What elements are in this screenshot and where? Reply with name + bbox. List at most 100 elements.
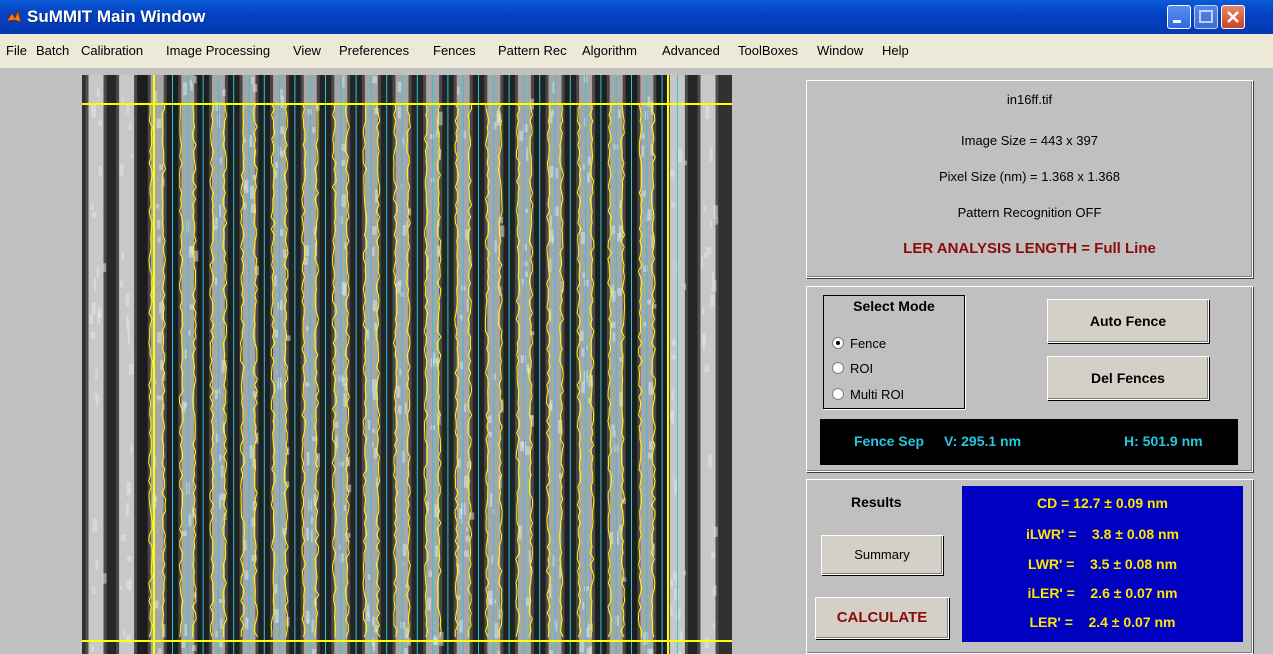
- noise-speck: [154, 600, 159, 609]
- image-filename: in16ff.tif: [1006, 92, 1053, 107]
- noise-speck: [549, 166, 554, 178]
- menu-image-processing[interactable]: Image Processing: [166, 43, 270, 58]
- noise-speck: [611, 291, 616, 302]
- sem-image[interactable]: [82, 75, 732, 654]
- noise-speck: [701, 307, 705, 315]
- noise-speck: [275, 583, 278, 594]
- noise-speck: [159, 164, 164, 170]
- menu-preferences[interactable]: Preferences: [339, 43, 409, 58]
- results-display: CD = 12.7 ± 0.09 nm iLWR' = 3.8 ± 0.08 n…: [962, 486, 1243, 642]
- noise-speck: [160, 359, 163, 371]
- noise-speck: [582, 601, 585, 610]
- noise-speck: [181, 641, 186, 648]
- noise-speck: [96, 88, 100, 97]
- menu-file[interactable]: File: [6, 43, 27, 58]
- noise-speck: [274, 609, 279, 624]
- menu-view[interactable]: View: [293, 43, 321, 58]
- noise-speck: [128, 124, 132, 131]
- noise-speck: [154, 90, 158, 103]
- noise-speck: [157, 236, 161, 243]
- radio-roi[interactable]: ROI: [832, 361, 873, 376]
- noise-speck: [279, 229, 284, 237]
- noise-speck: [404, 648, 408, 654]
- noise-speck: [372, 300, 378, 312]
- noise-speck: [214, 277, 218, 286]
- noise-speck: [612, 332, 616, 342]
- noise-speck: [372, 76, 378, 84]
- noise-speck: [311, 619, 314, 633]
- noise-speck: [429, 133, 435, 140]
- sem-image-view[interactable]: [82, 75, 732, 654]
- noise-speck: [91, 302, 96, 315]
- noise-speck: [525, 208, 529, 213]
- noise-speck: [98, 166, 103, 176]
- noise-speck: [371, 247, 375, 256]
- noise-speck: [120, 585, 123, 590]
- menu-window[interactable]: Window: [817, 43, 863, 58]
- noise-speck: [641, 133, 645, 139]
- noise-speck: [526, 363, 530, 373]
- menu-pattern-rec[interactable]: Pattern Rec: [498, 43, 567, 58]
- noise-speck: [184, 624, 188, 636]
- noise-speck: [307, 618, 310, 624]
- noise-speck: [552, 81, 555, 93]
- noise-speck: [396, 385, 401, 398]
- menu-fences[interactable]: Fences: [433, 43, 476, 58]
- maximize-icon[interactable]: [1194, 5, 1218, 29]
- noise-speck: [465, 527, 469, 532]
- del-fences-button[interactable]: Del Fences: [1047, 356, 1209, 400]
- noise-speck: [94, 393, 99, 401]
- minimize-icon[interactable]: [1167, 5, 1191, 29]
- noise-speck: [92, 212, 97, 218]
- noise-speck: [704, 364, 710, 373]
- noise-speck: [683, 570, 686, 576]
- noise-speck: [684, 160, 687, 166]
- image-size-text: Image Size = 443 x 397: [961, 133, 1098, 148]
- noise-speck: [306, 527, 309, 541]
- noise-speck: [372, 428, 376, 433]
- calculate-button[interactable]: CALCULATE: [815, 597, 949, 639]
- noise-speck: [90, 204, 94, 210]
- noise-speck: [677, 149, 683, 163]
- menu-algorithm[interactable]: Algorithm: [582, 43, 637, 58]
- noise-speck: [589, 646, 593, 654]
- noise-speck: [489, 492, 493, 507]
- noise-speck: [252, 500, 255, 512]
- pixel-size-text: Pixel Size (nm) = 1.368 x 1.368: [938, 169, 1120, 184]
- noise-speck: [397, 81, 403, 93]
- auto-fence-button[interactable]: Auto Fence: [1047, 299, 1209, 343]
- menu-bar: File Batch Calibration Image Processing …: [0, 34, 1273, 68]
- noise-speck: [95, 399, 99, 407]
- noise-speck: [125, 293, 130, 307]
- radio-fence[interactable]: Fence: [832, 336, 886, 351]
- noise-speck: [121, 96, 124, 101]
- noise-speck: [305, 326, 309, 331]
- noise-speck: [641, 145, 645, 158]
- close-icon[interactable]: [1221, 5, 1245, 29]
- noise-speck: [709, 147, 713, 162]
- noise-speck: [700, 256, 704, 270]
- summary-button[interactable]: Summary: [821, 535, 943, 575]
- matlab-icon: [6, 9, 22, 23]
- noise-speck: [493, 628, 499, 639]
- menu-advanced[interactable]: Advanced: [662, 43, 720, 58]
- noise-speck: [126, 481, 131, 496]
- noise-speck: [218, 204, 221, 218]
- menu-calibration[interactable]: Calibration: [81, 43, 143, 58]
- noise-speck: [671, 203, 675, 208]
- fence-sep-v: V: 295.1 nm: [944, 433, 1022, 449]
- menu-help[interactable]: Help: [882, 43, 909, 58]
- noise-speck: [647, 209, 652, 221]
- noise-speck: [120, 280, 123, 288]
- noise-speck: [192, 645, 197, 652]
- noise-speck: [280, 126, 285, 134]
- noise-speck: [400, 621, 406, 629]
- ler-analysis-length: LER ANALYSIS LENGTH = Full Line: [903, 240, 1156, 257]
- menu-toolboxes[interactable]: ToolBoxes: [738, 43, 798, 58]
- noise-speck: [342, 377, 347, 387]
- radio-multi-roi[interactable]: Multi ROI: [832, 387, 904, 402]
- select-mode-group: Select Mode Fence ROI Multi ROI: [823, 295, 965, 409]
- noise-speck: [713, 526, 718, 537]
- menu-batch[interactable]: Batch: [36, 43, 69, 58]
- noise-speck: [499, 225, 505, 238]
